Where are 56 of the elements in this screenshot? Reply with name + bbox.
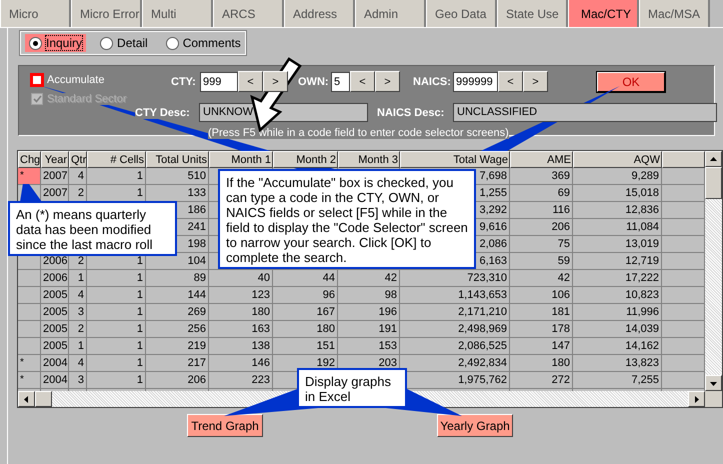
field-label: NAICS: xyxy=(413,76,453,88)
tab[interactable]: Micro xyxy=(0,0,71,27)
radio-option[interactable]: Inquiry xyxy=(25,34,86,52)
column-header[interactable]: AQW xyxy=(573,151,662,168)
scroll-thumb[interactable] xyxy=(705,167,722,199)
scroll-left-button[interactable] xyxy=(18,391,35,407)
column-header[interactable]: Total Wage xyxy=(400,151,510,168)
column-header[interactable] xyxy=(662,151,705,168)
step-button[interactable]: > xyxy=(263,71,288,92)
scroll-right-button[interactable] xyxy=(688,391,705,407)
table-cell: * xyxy=(18,168,40,184)
column-header[interactable]: Month 2 xyxy=(273,151,338,168)
callout-note: If the "Accumulate" box is checked, you can type a code in the CTY, OWN, or NAICS fields or select [F5] while in the field to display the "Code Selector" screen to narrow your search. Click [OK] to complete the search. xyxy=(218,169,476,269)
callout-note: An (*) means quarterly data has been modified since the last macro roll xyxy=(8,201,177,256)
scroll-up-button[interactable] xyxy=(705,151,722,167)
step-button[interactable]: < xyxy=(238,71,263,92)
tab[interactable]: Address xyxy=(284,0,355,27)
column-header[interactable]: Month 3 xyxy=(338,151,400,168)
right-arrow-icon xyxy=(693,396,700,402)
graph-button[interactable]: Yearly Graph xyxy=(437,414,513,437)
column-header[interactable]: Year xyxy=(41,151,69,168)
callout-note: Display graphs in Excel xyxy=(297,368,407,408)
tab[interactable]: State Use xyxy=(497,0,568,27)
tab[interactable]: ARCS xyxy=(213,0,284,27)
tab[interactable]: Micro Error xyxy=(71,0,142,27)
scroll-down-button[interactable] xyxy=(705,375,722,391)
down-arrow-icon xyxy=(710,380,717,386)
checkbox-option[interactable]: Accumulate xyxy=(31,74,104,86)
step-button[interactable]: < xyxy=(350,71,375,92)
code-field[interactable]: 999 xyxy=(200,72,238,92)
column-header[interactable]: Chg xyxy=(18,151,41,168)
tab[interactable]: Mac/MSA xyxy=(639,0,710,27)
scroll-thumb[interactable] xyxy=(35,391,52,407)
up-arrow-icon xyxy=(710,156,717,162)
step-button[interactable]: < xyxy=(498,71,523,92)
tab[interactable]: Admin xyxy=(355,0,426,27)
table-cell: 2007 xyxy=(41,185,68,201)
tab[interactable]: Mac/CTY xyxy=(568,0,639,27)
radio-option[interactable]: Comments xyxy=(162,34,245,52)
code-field[interactable]: 5 xyxy=(331,72,350,92)
step-button[interactable]: > xyxy=(375,71,400,92)
column-header[interactable]: Total Units xyxy=(146,151,209,168)
scrollbar-corner xyxy=(705,391,722,407)
graph-button[interactable]: Trend Graph xyxy=(187,414,263,437)
description-field: UNCLASSIFIED xyxy=(453,103,717,122)
hint-text: (Press F5 while in a code field to enter code selector screens) xyxy=(208,127,509,139)
code-field[interactable]: 999999 xyxy=(453,72,498,92)
step-button[interactable]: > xyxy=(523,71,548,92)
column-header[interactable]: # Cells xyxy=(87,151,146,168)
tab[interactable]: Multi xyxy=(142,0,213,27)
check-icon xyxy=(32,95,42,103)
column-header[interactable]: AME xyxy=(510,151,573,168)
tab[interactable]: Geo Data xyxy=(426,0,497,27)
radio-option[interactable]: Detail xyxy=(96,34,152,52)
column-header[interactable]: Month 1 xyxy=(209,151,273,168)
left-arrow-icon xyxy=(23,396,30,402)
